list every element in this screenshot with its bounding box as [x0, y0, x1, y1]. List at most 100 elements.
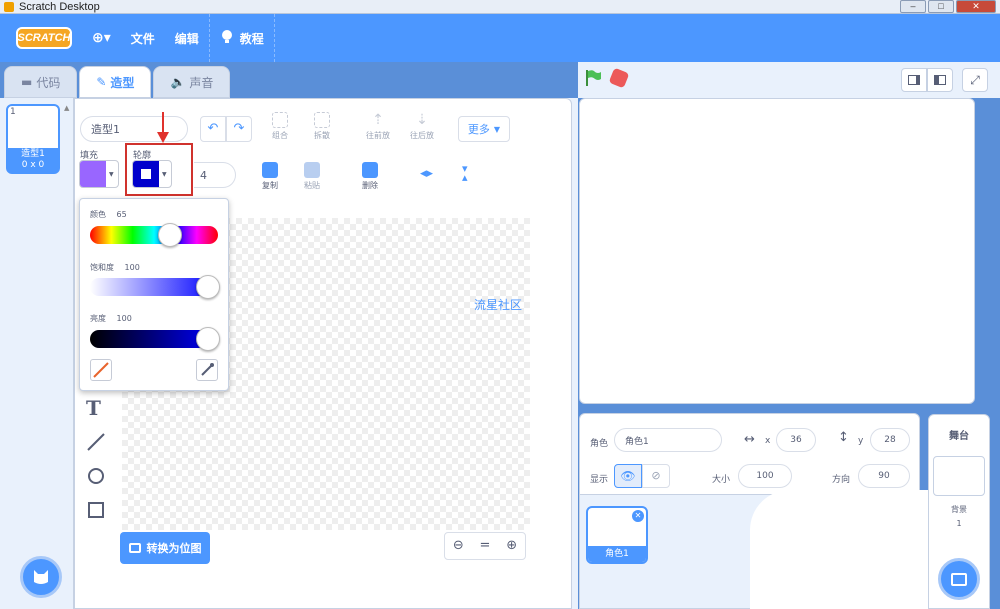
- zoom-out-button[interactable]: ⊖: [445, 533, 472, 559]
- large-stage-icon: [934, 75, 946, 85]
- y-label: y: [858, 436, 864, 446]
- eyedropper-button[interactable]: [196, 359, 218, 381]
- small-stage-button[interactable]: [901, 68, 927, 92]
- code-icon: ▬: [21, 75, 33, 89]
- speaker-icon: 🔈: [170, 75, 186, 89]
- x-input[interactable]: 36: [776, 428, 816, 452]
- y-arrows-icon: ↕: [838, 430, 849, 445]
- direction-value: 90: [878, 471, 890, 481]
- choose-costume-button[interactable]: [20, 556, 62, 598]
- zoom-in-button[interactable]: ⊕: [498, 533, 525, 559]
- hue-label-row: 颜色 65: [90, 209, 127, 220]
- tab-sounds[interactable]: 🔈 声音: [153, 66, 231, 98]
- tab-costumes[interactable]: ✎ 造型: [79, 66, 152, 98]
- costume-number: 1: [10, 107, 16, 117]
- saturation-value: 100: [124, 263, 140, 272]
- tab-code[interactable]: ▬ 代码: [4, 66, 78, 98]
- no-color-icon: [93, 362, 109, 378]
- brightness-label: 亮度: [90, 314, 106, 323]
- more-button[interactable]: 更多 ▼: [458, 116, 510, 142]
- sprite-info-panel: 角色 角色1 ↔ x 36 ↕ y 28 显示 👁 ⊘ 大小 100 方向 90: [579, 413, 920, 495]
- zoom-controls: ⊖ = ⊕: [444, 532, 526, 560]
- x-label: x: [765, 436, 771, 446]
- paste-button[interactable]: 粘贴: [304, 162, 320, 191]
- flip-vertical-button[interactable]: ▾ ▴: [462, 163, 468, 183]
- direction-input[interactable]: 90: [858, 464, 910, 488]
- backward-button[interactable]: ⇣ 往后放: [410, 112, 434, 141]
- red-arrow-icon: [157, 112, 169, 143]
- size-label: 大小: [712, 475, 731, 485]
- brightness-knob[interactable]: [196, 327, 220, 351]
- sprite-name-input[interactable]: 角色1: [614, 428, 722, 452]
- zoom-reset-button[interactable]: =: [472, 533, 499, 559]
- choose-sprite-button[interactable]: [938, 558, 980, 600]
- redo-button[interactable]: ↷: [226, 116, 252, 142]
- line-tool[interactable]: [86, 432, 106, 452]
- watermark-text: 流星社区: [474, 298, 523, 312]
- menu-edit[interactable]: 编辑: [165, 14, 209, 62]
- menu-divider: [273, 14, 275, 62]
- language-menu[interactable]: ⊕▾: [82, 14, 121, 62]
- hue-knob[interactable]: [158, 223, 182, 247]
- size-input[interactable]: 100: [738, 464, 792, 488]
- hue-slider[interactable]: [90, 226, 218, 244]
- copy-label: 复制: [262, 181, 278, 190]
- text-tool[interactable]: T: [86, 396, 101, 420]
- flip-horizontal-button[interactable]: ◂▸: [420, 166, 433, 181]
- caret-down-icon: ▼: [109, 171, 114, 178]
- ungroup-label: 拆散: [314, 131, 330, 140]
- sprite-item[interactable]: ✕ 角色1: [586, 506, 648, 564]
- saturation-label: 饱和度: [90, 263, 114, 272]
- scroll-up-arrow[interactable]: ▲: [64, 104, 69, 112]
- ungroup-icon: [314, 112, 330, 128]
- brightness-value: 100: [116, 314, 132, 323]
- show-label: 显示: [590, 475, 609, 485]
- costume-size: 0 x 0: [21, 160, 45, 170]
- costume-footer: 造型1 0 x 0: [8, 148, 58, 172]
- close-button[interactable]: ✕: [956, 0, 996, 13]
- arrow-down-icon: ⇣: [416, 112, 428, 128]
- outline-width-input[interactable]: 4: [194, 162, 236, 188]
- ungroup-button[interactable]: 拆散: [314, 112, 330, 141]
- show-hidden-button[interactable]: ⊘: [642, 464, 670, 488]
- group-button[interactable]: 组合: [272, 112, 288, 141]
- stage-title: 舞台: [949, 431, 969, 442]
- stage[interactable]: [579, 98, 975, 404]
- costume-item[interactable]: 1 造型1 0 x 0: [6, 104, 60, 174]
- fullscreen-button[interactable]: ⤢: [962, 68, 988, 92]
- large-stage-button[interactable]: [927, 68, 953, 92]
- tab-costumes-label: 造型: [110, 75, 135, 90]
- menu-file[interactable]: 文件: [121, 14, 165, 62]
- no-color-button[interactable]: [90, 359, 112, 381]
- rectangle-tool[interactable]: [86, 500, 106, 520]
- scratch-logo[interactable]: SCRATCH: [16, 27, 72, 49]
- sprite-delete-icon[interactable]: ✕: [632, 510, 644, 522]
- copy-button[interactable]: 复制: [262, 162, 278, 191]
- minimize-button[interactable]: –: [900, 0, 926, 13]
- undo-button[interactable]: ↶: [200, 116, 226, 142]
- lightbulb-icon: [220, 29, 234, 48]
- convert-to-bitmap-button[interactable]: 转换为位图: [120, 532, 210, 564]
- circle-tool[interactable]: [86, 466, 106, 486]
- green-flag-icon[interactable]: [583, 68, 603, 88]
- fill-swatch: [80, 161, 106, 187]
- stage-thumbnail: [933, 456, 985, 496]
- delete-button[interactable]: 删除: [362, 162, 378, 191]
- forward-button[interactable]: ⇡ 往前放: [366, 112, 390, 141]
- saturation-label-row: 饱和度 100: [90, 262, 140, 273]
- maximize-button[interactable]: □: [928, 0, 954, 13]
- menu-tutorials[interactable]: 教程: [210, 14, 274, 62]
- y-input[interactable]: 28: [870, 428, 910, 452]
- costume-name-input[interactable]: 造型1: [80, 116, 188, 142]
- white-overlay: [750, 490, 950, 609]
- eyedropper-icon: [201, 363, 214, 376]
- fill-color-picker[interactable]: ▼: [79, 160, 119, 188]
- saturation-knob[interactable]: [196, 275, 220, 299]
- sprite-item-name: 角色1: [605, 549, 629, 559]
- color-picker-popup: 颜色 65 饱和度 100 亮度 100: [79, 198, 229, 391]
- show-visible-button[interactable]: 👁: [614, 464, 642, 488]
- cat-icon: [34, 570, 48, 584]
- convert-label: 转换为位图: [146, 542, 202, 555]
- brush-icon: ✎: [96, 75, 107, 89]
- group-label: 组合: [272, 131, 288, 140]
